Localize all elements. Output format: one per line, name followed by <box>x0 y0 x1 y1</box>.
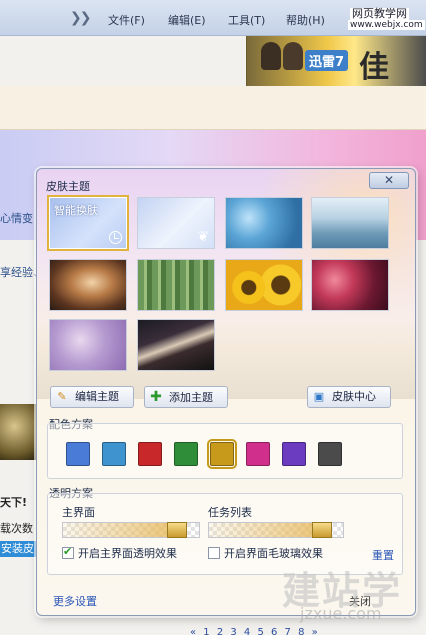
glass-effect-checkbox-label: 开启界面毛玻璃效果 <box>224 547 323 560</box>
color-swatch[interactable] <box>246 442 270 466</box>
plus-icon: ✚ <box>150 389 162 405</box>
theme-thumb-silk[interactable] <box>49 259 127 311</box>
menu-bar: ❯❯ 文件(F) 编辑(E) 工具(T) 帮助(H) 网页教学网 www.web… <box>0 0 426 36</box>
toolbar-band <box>0 86 426 130</box>
add-theme-label: 添加主题 <box>169 391 213 404</box>
skin-center-label: 皮肤中心 <box>332 390 376 403</box>
main-transparency-slider[interactable] <box>62 522 200 538</box>
edit-theme-label: 编辑主题 <box>75 390 119 403</box>
close-button[interactable]: ✕ <box>369 172 409 189</box>
left-text: 天下! <box>0 496 28 509</box>
menu-tools[interactable]: 工具(T) <box>228 12 265 28</box>
main-window-label: 主界面 <box>62 506 95 519</box>
ad-headline: 佳 <box>359 50 389 85</box>
ad-logo: 迅雷7 <box>305 50 349 71</box>
pencil-icon: ✎ <box>57 390 67 403</box>
ad-banner[interactable]: 迅雷7 佳 <box>246 36 426 86</box>
site-brand: 网页教学网 <box>350 7 409 20</box>
person-image <box>261 42 281 70</box>
main-transparency-checkbox-label: 开启主界面透明效果 <box>78 547 177 560</box>
theme-thumb-auto[interactable]: 智能换肤 <box>47 195 129 251</box>
slider-thumb[interactable] <box>312 522 332 538</box>
color-scheme-group <box>47 423 403 479</box>
theme-thumb-light[interactable]: ❦ <box>137 197 215 249</box>
chevron-right-icon[interactable]: ❯❯ <box>70 10 92 26</box>
skin-center-icon: ▣ <box>313 390 325 403</box>
dialog-title: 皮肤主题 <box>46 180 90 193</box>
pagination[interactable]: « 1 2 3 4 5 6 7 8 » <box>190 627 320 635</box>
menu-help[interactable]: 帮助(H) <box>286 12 325 28</box>
color-swatch[interactable] <box>66 442 90 466</box>
add-theme-button[interactable]: ✚ 添加主题 <box>144 386 228 408</box>
theme-thumb-light-streaks[interactable] <box>137 319 215 371</box>
slider-thumb[interactable] <box>167 522 187 538</box>
left-text: 载次数 <box>0 522 33 535</box>
theme-thumb-bokeh-red[interactable] <box>311 259 389 311</box>
color-swatch[interactable] <box>282 442 306 466</box>
left-thumbnail[interactable] <box>0 404 36 460</box>
watermark-url: jzxue.com <box>300 604 382 623</box>
color-swatch[interactable] <box>138 442 162 466</box>
glass-effect-checkbox[interactable]: 开启界面毛玻璃效果 <box>208 547 323 561</box>
color-swatch[interactable] <box>102 442 126 466</box>
site-brand-url: www.webjx.com <box>348 20 425 30</box>
edit-theme-button[interactable]: ✎ 编辑主题 <box>50 386 134 408</box>
person-image <box>283 42 303 70</box>
task-transparency-slider[interactable] <box>208 522 344 538</box>
color-swatch[interactable] <box>174 442 198 466</box>
checkbox-box[interactable] <box>62 545 74 559</box>
theme-thumb-bokeh-blue[interactable] <box>225 197 303 249</box>
feather-icon: ❦ <box>197 229 209 245</box>
theme-thumb-lilac[interactable] <box>49 319 127 371</box>
clock-icon <box>109 231 122 244</box>
color-swatch[interactable] <box>318 442 342 466</box>
theme-label: 智能换肤 <box>54 204 98 217</box>
theme-thumb-sunflowers[interactable] <box>225 259 303 311</box>
checkbox-box[interactable] <box>208 547 220 559</box>
menu-file[interactable]: 文件(F) <box>108 12 145 28</box>
install-skin-button[interactable]: 安装皮 <box>0 541 38 557</box>
color-swatch[interactable] <box>207 439 237 469</box>
theme-thumb-bamboo[interactable] <box>137 259 215 311</box>
task-list-label: 任务列表 <box>208 506 252 519</box>
close-icon: ✕ <box>383 173 395 187</box>
left-text[interactable]: 心情变 <box>0 210 33 226</box>
main-transparency-checkbox[interactable]: 开启主界面透明效果 <box>62 545 177 561</box>
skin-theme-dialog: 皮肤主题 ✕ 智能换肤 ❦ ✎编辑主题 ✚添加主题 ▣皮肤中心 配色方案 <box>36 168 416 616</box>
more-settings-link[interactable]: 更多设置 <box>53 593 97 609</box>
skin-center-button[interactable]: ▣ 皮肤中心 <box>307 386 391 408</box>
menu-edit[interactable]: 编辑(E) <box>168 12 206 28</box>
theme-thumb-mountains[interactable] <box>311 197 389 249</box>
